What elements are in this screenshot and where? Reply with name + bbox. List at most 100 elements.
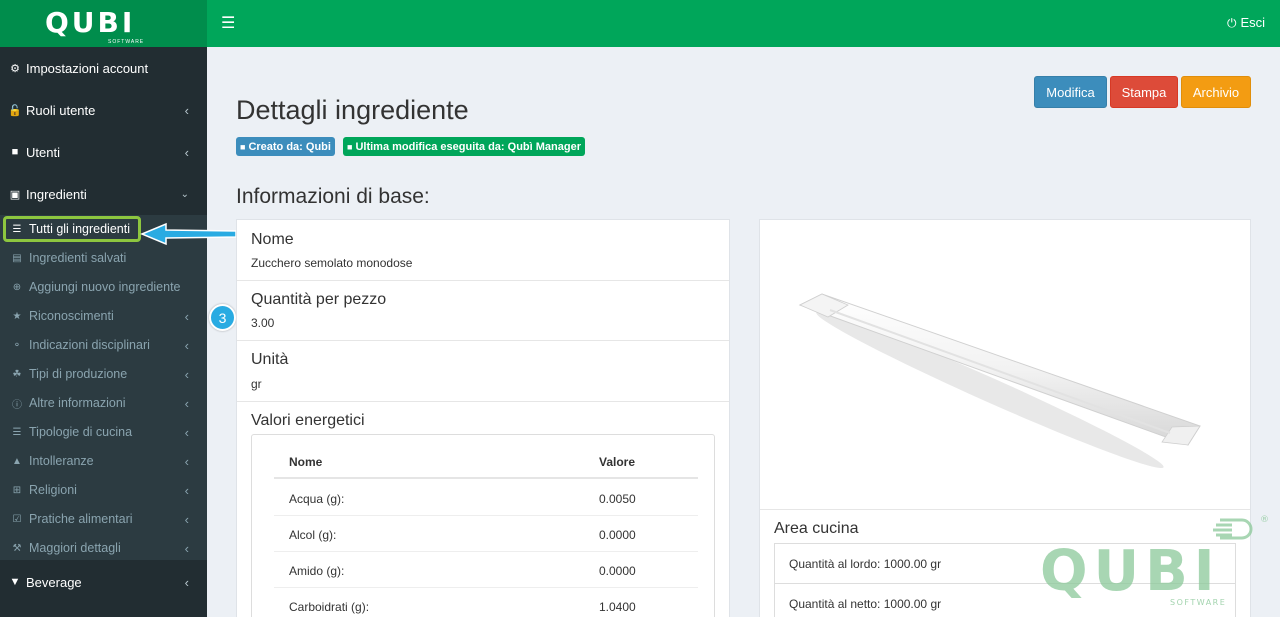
- logout-label: Esci: [1240, 15, 1265, 30]
- info-row-unit: Unità gr: [237, 341, 729, 402]
- sidebar-item-label: Indicazioni disciplinari: [29, 338, 150, 352]
- info-row-name: Nome Zucchero semolato monodose: [237, 220, 729, 281]
- name-label: Nome: [251, 231, 294, 248]
- active-highlight-outline: [3, 216, 141, 242]
- gear-icon: ⚙: [10, 62, 20, 75]
- sidebar-item-users[interactable]: ■ Utenti ‹: [0, 131, 207, 173]
- row-name: Amido (g):: [289, 564, 345, 578]
- sidebar-item-ingredients[interactable]: ▣ Ingredienti ⌄: [0, 173, 207, 215]
- sidebar-item-beverage[interactable]: ▼ Beverage ‹: [0, 561, 207, 603]
- sidebar-item-add-ingredient[interactable]: ⊕ Aggiungi nuovo ingrediente: [0, 273, 207, 301]
- svg-text:QUBI: QUBI: [1040, 539, 1221, 604]
- sidebar-item-disciplinary[interactable]: ⚬ Indicazioni disciplinari ‹: [0, 331, 207, 359]
- plus-circle-icon: ⊕: [12, 281, 22, 293]
- unit-label: Unità: [251, 351, 289, 368]
- sidebar-item-other-info[interactable]: ⓘ Altre informazioni ‹: [0, 389, 207, 417]
- chevron-down-icon: ⌄: [180, 188, 189, 200]
- energy-table: Nome Valore Acqua (g): 0.0050 Alcol (g):…: [251, 434, 715, 617]
- edit-button[interactable]: Modifica: [1034, 76, 1107, 108]
- page-title: Dettagli ingrediente: [236, 95, 469, 125]
- sidebar-item-label: Beverage: [26, 574, 82, 590]
- sidebar-item-religions[interactable]: ⊞ Religioni ‹: [0, 476, 207, 504]
- callout-arrow-icon: [140, 222, 237, 246]
- unit-value: gr: [251, 377, 262, 391]
- sidebar-item-label: Altre informazioni: [29, 396, 126, 410]
- section-title: Informazioni di base:: [236, 185, 430, 208]
- ingredient-image: [760, 220, 1250, 510]
- sugar-packet-image: [798, 293, 1201, 469]
- sidebar-item-label: Utenti: [26, 144, 60, 160]
- sidebar-item-saved-ingredients[interactable]: ▤ Ingredienti salvati: [0, 244, 207, 272]
- sidebar-item-label: Ruoli utente: [26, 102, 96, 118]
- modified-by-text: Ultima modifica eseguita da: Qubì Manage…: [355, 140, 581, 153]
- header-value: Valore: [599, 455, 636, 469]
- info-row-quantity: Quantità per pezzo 3.00: [237, 281, 729, 341]
- table-header-row: Nome Valore: [274, 443, 698, 479]
- leaf-icon: ☘: [12, 368, 22, 380]
- created-by-badge: ■ Creato da: Qubi: [236, 137, 335, 156]
- chevron-left-icon: ‹: [184, 453, 189, 469]
- name-value: Zucchero semolato monodose: [251, 256, 413, 270]
- sidebar-item-label: Religioni: [29, 483, 77, 497]
- sidebar-item-production-types[interactable]: ☘ Tipi di produzione ‹: [0, 360, 207, 388]
- sidebar-item-label: Aggiungi nuovo ingrediente: [29, 280, 181, 294]
- kitchen-area-title: Area cucina: [774, 520, 859, 537]
- lightbulb-icon: ⚬: [12, 339, 22, 351]
- sidebar-item-food-practices[interactable]: ☑ Pratiche alimentari ‹: [0, 505, 207, 533]
- row-name: Acqua (g):: [289, 492, 345, 506]
- sidebar-item-label: Pratiche alimentari: [29, 512, 133, 526]
- row-name: Carboidrati (g):: [289, 600, 370, 614]
- row-value: 0.0050: [599, 492, 636, 506]
- sidebar-item-label: Impostazioni account: [26, 60, 149, 76]
- top-navbar: QUBI SOFTWARE ☰ ⏻ Esci: [0, 0, 1280, 47]
- chevron-left-icon: ‹: [184, 102, 189, 118]
- archive-icon: ▤: [12, 252, 22, 264]
- sidebar: ⚙ Impostazioni account 🔓 Ruoli utente ‹ …: [0, 47, 207, 617]
- archive-button[interactable]: Archivio: [1181, 76, 1251, 108]
- warning-icon: ▲: [12, 455, 22, 467]
- basic-info-panel: Nome Zucchero semolato monodose Quantità…: [236, 219, 730, 617]
- modified-by-badge: ■ Ultima modifica eseguita da: Qubì Manag…: [343, 137, 585, 156]
- table-row: Acqua (g): 0.0050: [274, 480, 698, 516]
- sidebar-item-intolerances[interactable]: ▲ Intolleranze ‹: [0, 447, 207, 475]
- svg-text:SOFTWARE: SOFTWARE: [1170, 598, 1226, 607]
- sidebar-item-label: Ingredienti: [26, 186, 87, 202]
- sidebar-item-recognitions[interactable]: ★ Riconoscimenti ‹: [0, 302, 207, 330]
- glass-icon: ▼: [9, 576, 21, 588]
- print-button[interactable]: Stampa: [1110, 76, 1178, 108]
- sidebar-item-label: Intolleranze: [29, 454, 94, 468]
- chevron-left-icon: ‹: [184, 540, 189, 556]
- chevron-left-icon: ‹: [184, 511, 189, 527]
- puzzle-icon: ▣: [9, 188, 21, 201]
- sidebar-item-user-roles[interactable]: 🔓 Ruoli utente ‹: [0, 89, 207, 131]
- row-value: 1.0400: [599, 600, 636, 614]
- sidebar-item-label: Tipi di produzione: [29, 367, 128, 381]
- trophy-icon: ★: [12, 310, 22, 322]
- unlock-icon: 🔓: [8, 104, 22, 117]
- chevron-left-icon: ‹: [184, 574, 189, 590]
- chevron-left-icon: ‹: [184, 308, 189, 324]
- svg-text:®: ®: [1260, 515, 1269, 525]
- chevron-left-icon: ‹: [184, 337, 189, 353]
- user-icon: ■: [11, 146, 19, 158]
- logout-button[interactable]: ⏻ Esci: [1227, 15, 1265, 31]
- power-icon: ⏻: [1226, 16, 1237, 30]
- user-icon: ■: [347, 141, 353, 152]
- chevron-left-icon: ‹: [184, 366, 189, 382]
- brand-logo[interactable]: QUBI SOFTWARE: [0, 0, 207, 47]
- sidebar-item-more-details[interactable]: ⚒ Maggiori dettagli ‹: [0, 534, 207, 562]
- row-value: 0.0000: [599, 564, 636, 578]
- row-name: Alcol (g):: [289, 528, 337, 542]
- brand-name: QUBI: [45, 6, 136, 39]
- chevron-left-icon: ‹: [184, 424, 189, 440]
- sidebar-item-account-settings[interactable]: ⚙ Impostazioni account: [0, 47, 207, 89]
- menu-toggle-icon[interactable]: ☰: [221, 13, 235, 33]
- user-icon: ■: [240, 141, 246, 152]
- check-square-icon: ☑: [12, 513, 22, 525]
- plus-square-icon: ⊞: [12, 484, 22, 496]
- brand-sub: SOFTWARE: [108, 39, 145, 45]
- sidebar-item-cuisine-types[interactable]: ☰ Tipologie di cucina ‹: [0, 418, 207, 446]
- quantity-value: 3.00: [251, 316, 275, 330]
- wrench-icon: ⚒: [12, 542, 22, 554]
- row-value: 0.0000: [599, 528, 636, 542]
